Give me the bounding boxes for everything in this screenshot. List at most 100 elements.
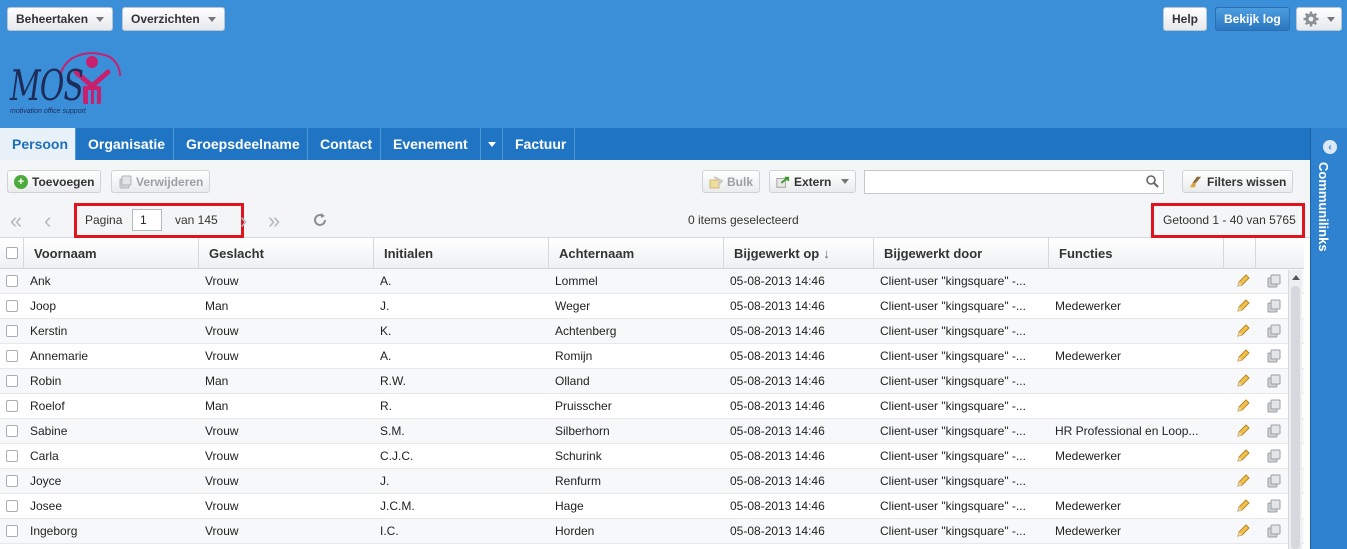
delete-row-icon[interactable] <box>1256 269 1286 293</box>
scroll-up-icon[interactable] <box>1292 275 1300 280</box>
col-bijgewerkt-door[interactable]: Bijgewerkt door <box>874 238 1049 268</box>
col-voornaam[interactable]: Voornaam <box>24 238 199 268</box>
row-checkbox[interactable] <box>6 425 18 437</box>
chevron-down-icon <box>207 16 216 22</box>
row-checkbox-cell[interactable] <box>0 369 24 393</box>
edit-pencil-icon[interactable] <box>1224 269 1256 293</box>
tab-organisatie[interactable]: Organisatie <box>76 128 174 160</box>
cell-functies <box>1049 394 1224 418</box>
scroll-thumb[interactable] <box>1291 286 1300 549</box>
row-checkbox-cell[interactable] <box>0 394 24 418</box>
settings-menu-button[interactable] <box>1296 7 1342 31</box>
edit-pencil-icon[interactable] <box>1224 319 1256 343</box>
select-all-checkbox[interactable] <box>6 247 18 259</box>
delete-row-icon[interactable] <box>1256 494 1286 518</box>
bulk-button[interactable]: Bulk <box>702 170 761 193</box>
table-row[interactable]: Joyce Vrouw J. Renfurm 05-08-2013 14:46 Clien… <box>0 469 1304 494</box>
table-row[interactable]: Ank Vrouw A. Lommel 05-08-2013 14:46 Client-u… <box>0 269 1304 294</box>
row-checkbox[interactable] <box>6 525 18 537</box>
delete-row-icon[interactable] <box>1256 319 1286 343</box>
help-button[interactable]: Help <box>1163 7 1208 31</box>
first-page-icon[interactable]: « <box>10 208 22 234</box>
row-checkbox[interactable] <box>6 475 18 487</box>
clear-filters-button[interactable]: Filters wissen <box>1182 170 1294 193</box>
row-checkbox[interactable] <box>6 375 18 387</box>
table-row[interactable]: Robin Man R.W. Olland 05-08-2013 14:46 Client… <box>0 369 1304 394</box>
delete-row-icon[interactable] <box>1256 344 1286 368</box>
page-number-input[interactable]: 1 <box>132 209 162 231</box>
table-row[interactable]: Josee Vrouw J.C.M. Hage 05-08-2013 14:46 Clie… <box>0 494 1304 519</box>
table-row[interactable]: Joop Man J. Weger 05-08-2013 14:46 Client-use… <box>0 294 1304 319</box>
row-checkbox-cell[interactable] <box>0 294 24 318</box>
add-button[interactable]: + Toevoegen <box>7 170 102 193</box>
delete-button[interactable]: Verwijderen <box>111 170 211 193</box>
edit-pencil-icon[interactable] <box>1224 369 1256 393</box>
tab-factuur[interactable]: Factuur <box>503 128 575 160</box>
tab-persoon[interactable]: Persoon <box>0 128 76 160</box>
table-row[interactable]: Sabine Vrouw S.M. Silberhorn 05-08-2013 14:4… <box>0 419 1304 444</box>
delete-row-icon[interactable] <box>1256 519 1286 543</box>
previous-page-icon[interactable]: ‹ <box>44 208 51 234</box>
row-checkbox-cell[interactable] <box>0 419 24 443</box>
col-geslacht[interactable]: Geslacht <box>199 238 374 268</box>
row-checkbox[interactable] <box>6 325 18 337</box>
edit-pencil-icon[interactable] <box>1224 469 1256 493</box>
edit-pencil-icon[interactable] <box>1224 394 1256 418</box>
col-initialen[interactable]: Initialen <box>374 238 549 268</box>
edit-pencil-icon[interactable] <box>1224 419 1256 443</box>
chevron-down-icon[interactable] <box>488 141 496 147</box>
edit-pencil-icon[interactable] <box>1224 294 1256 318</box>
delete-row-icon[interactable] <box>1256 469 1286 493</box>
row-checkbox[interactable] <box>6 300 18 312</box>
row-checkbox-cell[interactable] <box>0 519 24 543</box>
table-row[interactable]: Roelof Man R. Pruisscher 05-08-2013 14:46 Cli… <box>0 394 1304 419</box>
table-row[interactable]: Carla Vrouw C.J.C. Schurink 05-08-2013 14:46… <box>0 444 1304 469</box>
row-checkbox[interactable] <box>6 450 18 462</box>
tab-groepsdeelname[interactable]: Groepsdeelname <box>174 128 308 160</box>
cell-bijgewerkt-op: 05-08-2013 14:46 <box>730 349 825 363</box>
refresh-icon[interactable] <box>311 211 329 229</box>
select-all-cell[interactable] <box>0 238 24 268</box>
last-page-icon[interactable]: » <box>268 208 280 234</box>
overzichten-menu-button[interactable]: Overzichten <box>122 7 225 31</box>
bekijk-log-button[interactable]: Bekijk log <box>1215 7 1290 31</box>
row-checkbox-cell[interactable] <box>0 344 24 368</box>
row-checkbox-cell[interactable] <box>0 469 24 493</box>
chevron-left-icon[interactable]: ‹ <box>1323 140 1337 154</box>
grid-scrollbar[interactable] <box>1288 270 1302 549</box>
edit-pencil-icon[interactable] <box>1224 519 1256 543</box>
entity-tabs: Persoon Organisatie Groepsdeelname Conta… <box>0 128 1310 160</box>
table-row[interactable]: Ingeborg Vrouw I.C. Horden 05-08-2013 14:46 C… <box>0 519 1304 544</box>
col-achternaam[interactable]: Achternaam <box>549 238 724 268</box>
edit-pencil-icon[interactable] <box>1224 494 1256 518</box>
search-input[interactable] <box>864 170 1164 194</box>
delete-row-icon[interactable] <box>1256 394 1286 418</box>
tab-evenement[interactable]: Evenement <box>381 128 503 160</box>
delete-row-icon[interactable] <box>1256 419 1286 443</box>
cell-functies: Medewerker <box>1055 349 1122 363</box>
row-checkbox[interactable] <box>6 500 18 512</box>
row-checkbox[interactable] <box>6 350 18 362</box>
edit-pencil-icon[interactable] <box>1224 344 1256 368</box>
row-checkbox[interactable] <box>6 400 18 412</box>
delete-row-icon[interactable] <box>1256 294 1286 318</box>
search-icon[interactable] <box>1146 175 1159 188</box>
beheertaken-menu-button[interactable]: Beheertaken <box>7 7 114 31</box>
tab-contact[interactable]: Contact <box>308 128 381 160</box>
delete-row-icon[interactable] <box>1256 369 1286 393</box>
next-page-icon[interactable]: › <box>240 208 247 234</box>
col-bijgewerkt-op[interactable]: Bijgewerkt op ↓ <box>724 238 874 268</box>
row-checkbox-cell[interactable] <box>0 319 24 343</box>
table-row[interactable]: Kerstin Vrouw K. Achtenberg 05-08-2013 14:46… <box>0 319 1304 344</box>
communilinks-panel[interactable]: ‹ Communilinks <box>1310 128 1347 549</box>
row-checkbox-cell[interactable] <box>0 494 24 518</box>
delete-row-icon[interactable] <box>1256 444 1286 468</box>
table-row[interactable]: Annemarie Vrouw A. Romijn 05-08-2013 14:46 Cl… <box>0 344 1304 369</box>
row-checkbox[interactable] <box>6 275 18 287</box>
row-checkbox-cell[interactable] <box>0 444 24 468</box>
row-checkbox-cell[interactable] <box>0 269 24 293</box>
sort-desc-icon: ↓ <box>823 245 830 261</box>
edit-pencil-icon[interactable] <box>1224 444 1256 468</box>
col-functies[interactable]: Functies <box>1049 238 1224 268</box>
extern-button[interactable]: Extern <box>769 170 857 193</box>
